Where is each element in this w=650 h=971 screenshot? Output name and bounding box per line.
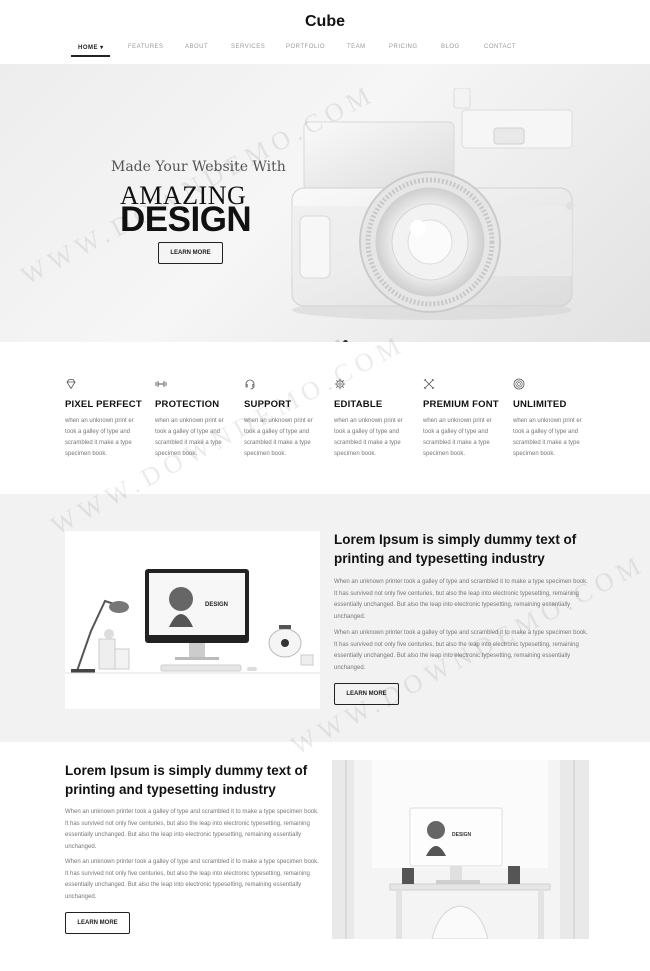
tools-icon <box>423 378 435 390</box>
section-heading: Lorem Ipsum is simply dummy text of prin… <box>65 763 308 797</box>
feature-text: when an unknown print er took a galley o… <box>65 418 134 457</box>
nav-item-features[interactable]: FEATURES <box>128 44 164 50</box>
feature-text: when an unknown print er took a galley o… <box>334 418 403 457</box>
feature-premium-font: PREMIUM FONT when an unknown print er to… <box>423 378 503 460</box>
globe-icon <box>513 378 525 390</box>
feature-title: PROTECTION <box>155 399 220 410</box>
nav-item-contact[interactable]: CONTACT <box>484 44 516 50</box>
feature-text: when an unknown print er took a galley o… <box>244 418 313 457</box>
headset-icon <box>245 379 255 390</box>
nav-item-about[interactable]: ABOUT <box>185 44 208 50</box>
hero-learn-more-button[interactable]: LEARN MORE <box>158 242 223 264</box>
feature-title: PREMIUM FONT <box>423 399 499 410</box>
nav-item-home[interactable]: HOME ▾ <box>78 44 104 51</box>
nav-item-team[interactable]: TEAM <box>347 44 366 50</box>
about-section: DESIGN Lorem Ipsum is simply dummy text … <box>0 494 650 742</box>
features-section: PIXEL PERFECT when an unknown print er t… <box>0 342 650 494</box>
feature-protection: PROTECTION when an unknown print er took… <box>155 378 235 460</box>
feature-text: when an unknown print er took a galley o… <box>513 418 582 457</box>
section-paragraph: When an unknown printer took a galley of… <box>334 579 588 620</box>
hero-title-line2: DESIGN <box>120 200 252 239</box>
workspace-illustration: DESIGN <box>65 569 320 674</box>
hero-slider: Made Your Website With AMAZING DESIGN LE… <box>0 64 650 342</box>
diamond-icon <box>66 379 76 390</box>
section-paragraph: When an unknown printer took a galley of… <box>65 809 319 850</box>
dumbbell-icon <box>155 381 167 387</box>
hero-subtitle: Made Your Website With <box>111 159 286 175</box>
nav-item-pricing[interactable]: PRICING <box>389 44 418 50</box>
feature-pixel-perfect: PIXEL PERFECT when an unknown print er t… <box>65 378 145 460</box>
feature-editable: EDITABLE when an unknown print er took a… <box>334 378 414 460</box>
workspace-image: DESIGN <box>65 531 320 709</box>
section-paragraph: When an unknown printer took a galley of… <box>65 859 319 900</box>
site-logo[interactable]: Cube <box>0 13 650 31</box>
office-image: DESIGN <box>332 760 589 939</box>
gear-icon <box>334 378 346 390</box>
section-paragraph: When an unknown printer took a galley of… <box>334 630 588 671</box>
feature-text: when an unknown print er took a galley o… <box>423 418 492 457</box>
services-learn-more-button[interactable]: LEARN MORE <box>65 912 130 934</box>
screen-text: DESIGN <box>452 832 472 838</box>
services-section: Lorem Ipsum is simply dummy text of prin… <box>0 742 650 971</box>
nav-active-indicator <box>71 55 110 57</box>
feature-unlimited: UNLIMITED when an unknown print er took … <box>513 378 593 460</box>
nav-item-portfolio[interactable]: PORTFOLIO <box>286 44 325 50</box>
feature-title: EDITABLE <box>334 399 383 410</box>
office-illustration: DESIGN <box>332 760 589 939</box>
site-header: Cube HOME ▾ FEATURES ABOUT SERVICES PORT… <box>0 0 650 64</box>
feature-text: when an unknown print er took a galley o… <box>155 418 224 457</box>
feature-title: UNLIMITED <box>513 399 567 410</box>
about-learn-more-button[interactable]: LEARN MORE <box>334 683 399 705</box>
screen-text: DESIGN <box>205 602 228 608</box>
nav-item-blog[interactable]: BLOG <box>441 44 460 50</box>
nav-item-services[interactable]: SERVICES <box>231 44 265 50</box>
feature-support: SUPPORT when an unknown print er took a … <box>244 378 324 460</box>
section-heading: Lorem Ipsum is simply dummy text of prin… <box>334 532 577 566</box>
camera-image <box>291 88 574 320</box>
feature-title: SUPPORT <box>244 399 292 410</box>
feature-title: PIXEL PERFECT <box>65 399 142 410</box>
